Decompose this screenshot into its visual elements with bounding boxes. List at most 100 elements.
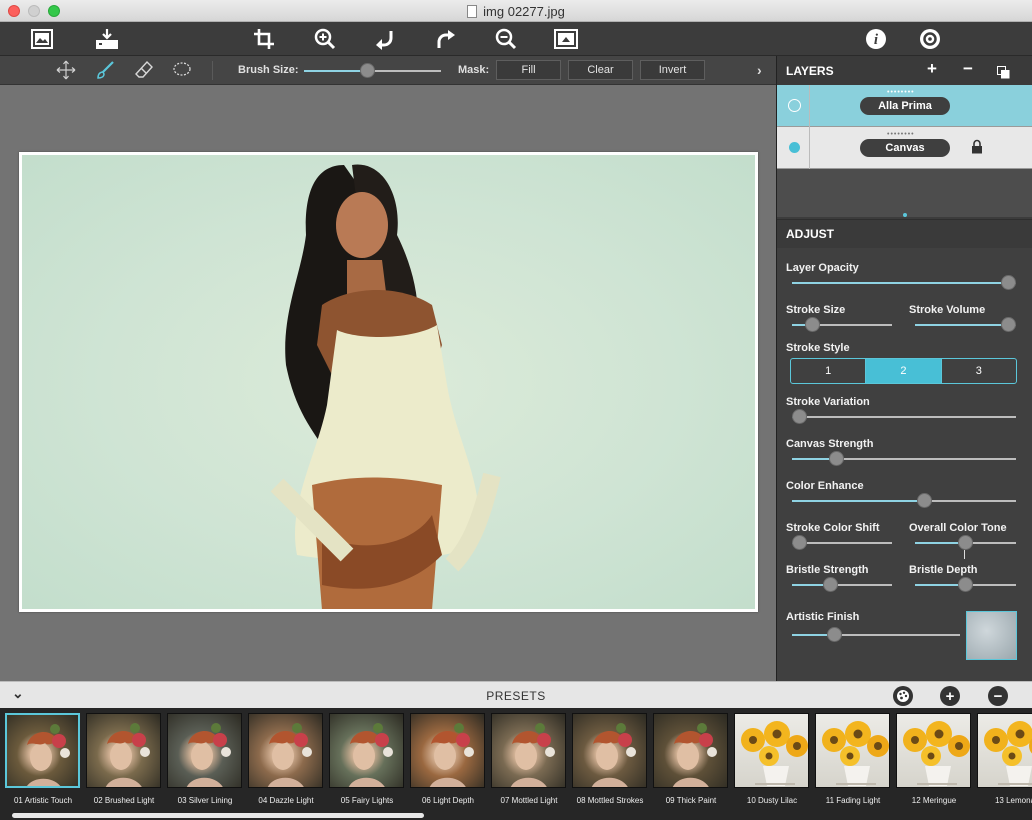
layer-opacity-slider[interactable]: [792, 275, 1016, 291]
preset-thumbnail[interactable]: [815, 713, 890, 788]
undo-icon[interactable]: [372, 27, 398, 51]
lock-icon: [971, 139, 983, 159]
drag-handle-icon[interactable]: ••••••••: [887, 131, 915, 138]
lasso-tool-icon[interactable]: [171, 60, 193, 80]
overall-color-tone-label: Overall Color Tone: [909, 522, 1007, 534]
preset-thumbnail[interactable]: [248, 713, 323, 788]
brush-tool-icon[interactable]: [94, 60, 116, 80]
preset-thumbnail[interactable]: [329, 713, 404, 788]
preset-label: 10 Dusty Lilac: [746, 796, 798, 805]
zoom-in-icon[interactable]: [312, 27, 338, 51]
palette-icon[interactable]: [893, 686, 913, 706]
color-enhance-label: Color Enhance: [786, 480, 864, 492]
preset-label: 04 Dazzle Light: [258, 796, 314, 805]
preset-thumbnail[interactable]: [734, 713, 809, 788]
canvas-strength-label: Canvas Strength: [786, 438, 874, 450]
color-enhance-slider[interactable]: [792, 493, 1016, 509]
fit-screen-icon[interactable]: [553, 27, 579, 51]
preset-label: 08 Mottled Strokes: [576, 796, 644, 805]
stroke-color-shift-label: Stroke Color Shift: [786, 522, 880, 534]
stroke-variation-slider[interactable]: [792, 409, 1016, 425]
open-image-icon[interactable]: [29, 27, 55, 51]
add-preset-icon[interactable]: +: [940, 686, 960, 706]
layer-name: Canvas: [860, 139, 950, 157]
right-panel: LAYERS + − •••••••• Alla Prima •••••••• …: [776, 56, 1032, 681]
mask-clear-button[interactable]: Clear: [568, 60, 633, 80]
stroke-style-1-button[interactable]: 1: [791, 359, 867, 383]
eraser-tool-icon[interactable]: [133, 60, 155, 80]
artistic-finish-texture-swatch[interactable]: [966, 611, 1017, 660]
stroke-style-2-button[interactable]: 2: [866, 359, 942, 383]
add-layer-icon[interactable]: +: [927, 59, 937, 79]
preset-label: 09 Thick Paint: [665, 796, 717, 805]
bristle-depth-slider[interactable]: [915, 577, 1016, 593]
save-icon[interactable]: [94, 27, 120, 51]
info-icon[interactable]: i: [863, 27, 889, 51]
panel-resize-handle[interactable]: [903, 213, 907, 217]
options-bar: Brush Size: Mask: Fill Clear Invert ›: [0, 56, 776, 85]
presets-bar: ⌄ PRESETS + −: [0, 681, 1032, 708]
visibility-icon[interactable]: [788, 99, 801, 112]
stroke-color-shift-slider[interactable]: [792, 535, 892, 551]
preset-label: 12 Meringue: [911, 796, 957, 805]
bristle-depth-label: Bristle Depth: [909, 564, 978, 576]
main-toolbar: i: [0, 22, 1032, 56]
settings-icon[interactable]: [917, 27, 943, 51]
preset-thumbnail[interactable]: [572, 713, 647, 788]
crop-icon[interactable]: [252, 27, 278, 51]
preset-label: 07 Mottled Light: [500, 796, 558, 805]
stroke-variation-label: Stroke Variation: [786, 396, 870, 408]
chevron-right-icon[interactable]: ›: [757, 62, 762, 78]
mask-invert-button[interactable]: Invert: [640, 60, 705, 80]
stroke-volume-label: Stroke Volume: [909, 304, 986, 316]
stroke-volume-slider[interactable]: [915, 317, 1016, 333]
artistic-finish-slider[interactable]: [792, 627, 960, 643]
layer-opacity-label: Layer Opacity: [786, 262, 859, 274]
layers-header: LAYERS + −: [777, 56, 1032, 85]
drag-handle-icon[interactable]: ••••••••: [887, 89, 915, 96]
remove-preset-icon[interactable]: −: [988, 686, 1008, 706]
duplicate-layer-icon[interactable]: [997, 64, 1010, 84]
move-tool-icon[interactable]: [55, 60, 77, 80]
preset-label: 13 Lemona: [994, 796, 1032, 805]
title-bar: img 02277.jpg: [0, 0, 1032, 22]
preset-thumbnail[interactable]: [896, 713, 971, 788]
preset-thumbnail[interactable]: [167, 713, 242, 788]
preset-label: 01 Artistic Touch: [13, 796, 73, 805]
presets-title: PRESETS: [486, 689, 546, 703]
preset-label: 11 Fading Light: [825, 796, 881, 805]
brush-size-slider[interactable]: [304, 62, 441, 80]
mask-fill-button[interactable]: Fill: [496, 60, 561, 80]
preset-thumbnail[interactable]: [86, 713, 161, 788]
adjust-header: ADJUST: [777, 219, 1032, 248]
preset-thumbnail[interactable]: [653, 713, 728, 788]
presets-strip: 01 Artistic Touch 02 Brushed Light 03 Silv…: [0, 708, 1032, 820]
zoom-out-icon[interactable]: [493, 27, 519, 51]
document-icon: [467, 4, 478, 18]
canvas-strength-slider[interactable]: [792, 451, 1016, 467]
redo-icon[interactable]: [433, 27, 459, 51]
canvas-area[interactable]: [0, 85, 776, 681]
layer-canvas[interactable]: •••••••• Canvas: [777, 127, 1032, 169]
stroke-style-3-button[interactable]: 3: [942, 359, 1016, 383]
mask-label: Mask:: [458, 64, 490, 76]
preset-thumbnail[interactable]: [410, 713, 485, 788]
layer-alla-prima[interactable]: •••••••• Alla Prima: [777, 85, 1032, 127]
preset-thumbnail[interactable]: [491, 713, 566, 788]
overall-color-tone-slider[interactable]: [915, 535, 1016, 559]
stroke-size-label: Stroke Size: [786, 304, 846, 316]
layer-name: Alla Prima: [860, 97, 950, 115]
brush-size-label: Brush Size:: [238, 64, 299, 76]
visibility-icon[interactable]: [789, 142, 800, 153]
remove-layer-icon[interactable]: −: [963, 59, 973, 79]
preset-thumbnail[interactable]: [977, 713, 1032, 788]
toolbar-divider: [212, 61, 213, 80]
preset-thumbnail[interactable]: [5, 713, 80, 788]
portrait-painting: [270, 164, 501, 609]
stroke-style-segmented-control: 1 2 3: [790, 358, 1017, 384]
layers-empty-area: [777, 169, 1032, 217]
bristle-strength-slider[interactable]: [792, 577, 892, 593]
layers-title: LAYERS: [786, 63, 834, 78]
presets-scrollbar[interactable]: [12, 813, 424, 818]
stroke-size-slider[interactable]: [792, 317, 892, 333]
